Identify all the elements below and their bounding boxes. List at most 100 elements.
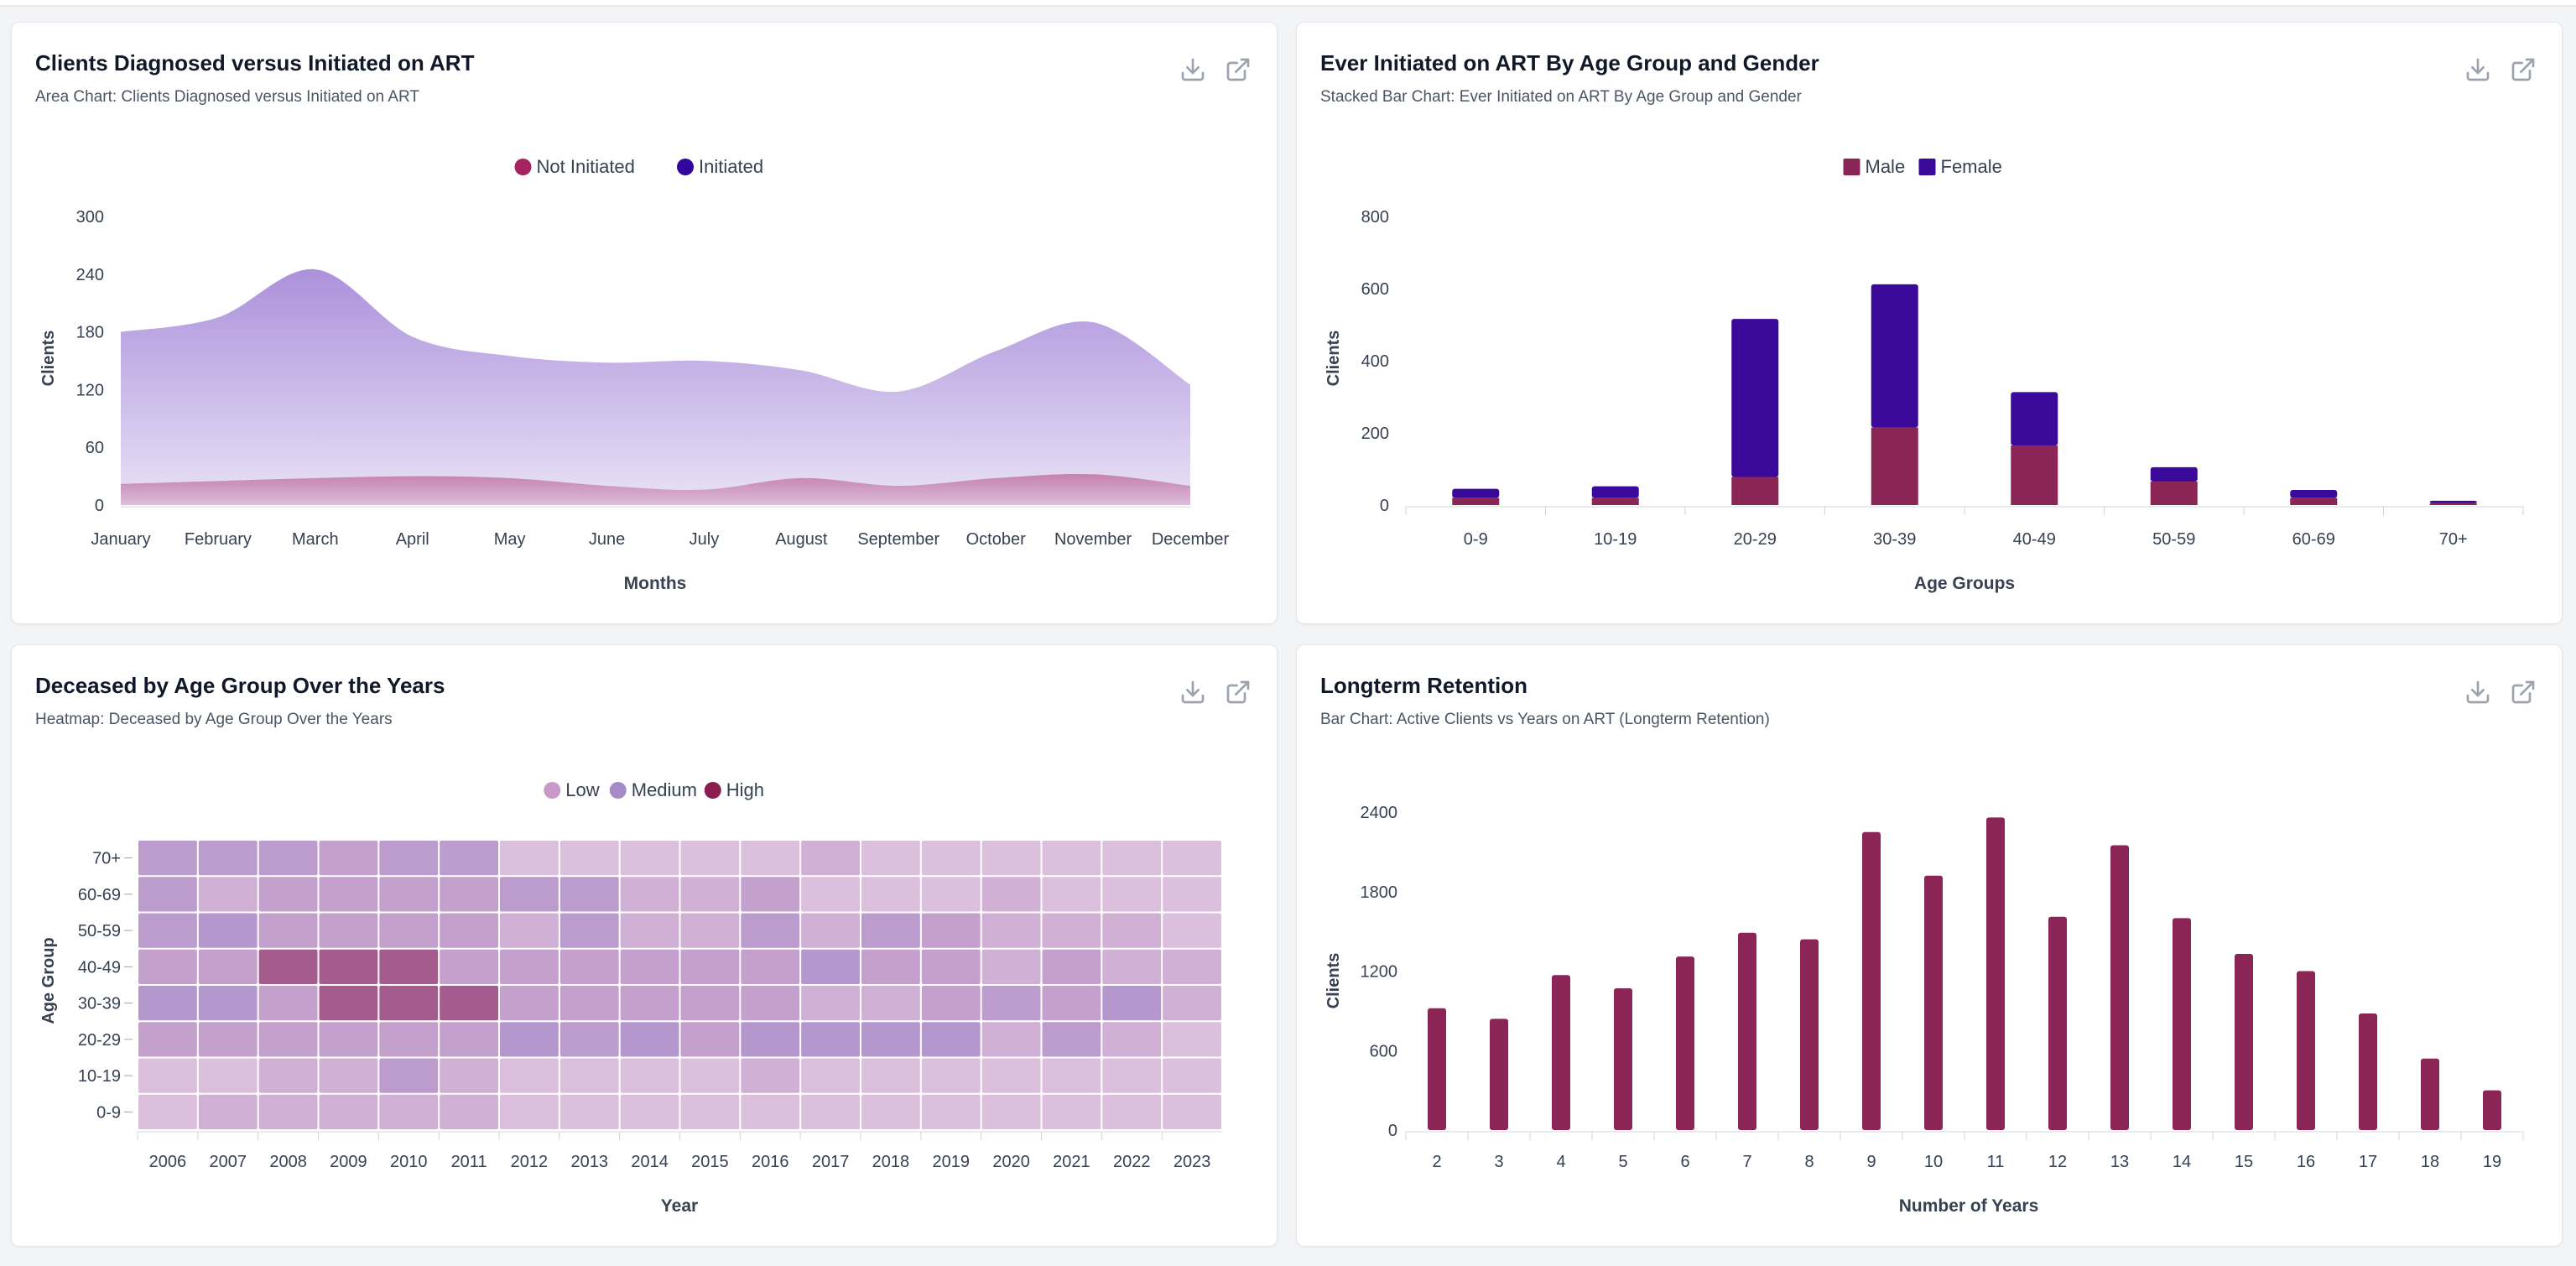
heat-cell-70+-2019 xyxy=(921,841,981,876)
heat-cell-60-69-2006 xyxy=(138,877,197,912)
y-axis-title: Clients xyxy=(1324,331,1343,387)
heat-cell-0-9-2017 xyxy=(801,1094,860,1129)
deceased-heatmap-card: Deceased by Age Group Over the Years Hea… xyxy=(11,644,1278,1247)
heat-cell-0-9-2018 xyxy=(861,1094,920,1129)
x-tick-label: 2009 xyxy=(330,1153,367,1171)
heat-cell-20-29-2021 xyxy=(1042,1022,1101,1057)
x-tick-label: 9 xyxy=(1866,1153,1876,1171)
heat-cell-0-9-2021 xyxy=(1042,1094,1101,1129)
bar-years-15 xyxy=(2235,953,2253,1130)
heat-cell-60-69-2023 xyxy=(1163,877,1221,912)
x-tick-label: 5 xyxy=(1618,1153,1627,1171)
y-tick-label: 70+ xyxy=(92,850,121,868)
heat-cell-30-39-2010 xyxy=(379,986,439,1021)
bar-years-2 xyxy=(1428,1008,1446,1130)
x-tick-label: February xyxy=(185,530,252,549)
heat-cell-60-69-2009 xyxy=(319,877,378,912)
x-tick-label: 17 xyxy=(2359,1153,2377,1171)
x-axis-title: Number of Years xyxy=(1899,1196,2039,1216)
bar-years-11 xyxy=(1986,817,2005,1130)
bar-years-8 xyxy=(1800,939,1819,1130)
x-tick-label: 7 xyxy=(1742,1153,1751,1171)
x-tick-label: 10-19 xyxy=(1594,530,1637,549)
heat-cell-40-49-2023 xyxy=(1163,949,1221,984)
heat-cell-60-69-2015 xyxy=(680,877,740,912)
heat-cell-0-9-2020 xyxy=(981,1094,1041,1129)
heat-cell-10-19-2011 xyxy=(440,1058,498,1093)
bar-years-18 xyxy=(2421,1058,2439,1130)
heat-cell-10-19-2013 xyxy=(559,1058,619,1093)
y-tick-label: 600 xyxy=(1370,1042,1397,1060)
heat-cell-30-39-2015 xyxy=(680,986,740,1021)
heat-cell-40-49-2012 xyxy=(500,949,559,984)
x-tick-label: 2010 xyxy=(390,1153,428,1171)
heat-cell-30-39-2007 xyxy=(198,986,258,1021)
y-tick-label: 40-49 xyxy=(78,958,121,977)
retention-bar-chart: 0 600 1200 1800 2400 Clients 2 3 4 5 6 7 8 9 10 11 12 13 1… xyxy=(1324,804,2524,1216)
y-axis-title: Clients xyxy=(39,331,58,387)
heat-cell-50-59-2008 xyxy=(258,913,318,948)
legend-label: Female xyxy=(1941,156,2002,177)
heat-cell-70+-2006 xyxy=(138,841,197,876)
legend-marker xyxy=(609,782,627,799)
heat-cell-50-59-2018 xyxy=(861,913,920,948)
x-tick-label: 2015 xyxy=(691,1153,729,1171)
x-tick-label: 2021 xyxy=(1053,1153,1090,1171)
heat-cell-60-69-2013 xyxy=(559,877,619,912)
bar-female-20-29 xyxy=(1731,319,1779,477)
heat-cell-50-59-2017 xyxy=(801,913,860,948)
heat-cell-10-19-2010 xyxy=(379,1058,439,1093)
heat-cell-50-59-2007 xyxy=(198,913,258,948)
heat-cell-30-39-2011 xyxy=(440,986,498,1021)
heat-cell-0-9-2023 xyxy=(1163,1094,1221,1129)
bar-male-10-19 xyxy=(1591,498,1639,505)
heat-cell-10-19-2015 xyxy=(680,1058,740,1093)
heat-cell-20-29-2009 xyxy=(319,1022,378,1057)
heat-cell-70+-2014 xyxy=(620,841,679,876)
heat-cell-30-39-2022 xyxy=(1102,986,1162,1021)
legend-marker xyxy=(544,782,561,799)
heat-cell-50-59-2012 xyxy=(500,913,559,948)
x-tick-label: 2014 xyxy=(631,1153,669,1171)
x-axis-title: Months xyxy=(624,574,687,593)
y-tick-label: 2400 xyxy=(1361,804,1398,822)
heat-cell-60-69-2012 xyxy=(500,877,559,912)
y-tick-label: 200 xyxy=(1361,425,1389,443)
x-tick-label: November xyxy=(1054,530,1132,549)
bar-male-30-39 xyxy=(1871,427,1918,505)
heat-cell-10-19-2022 xyxy=(1102,1058,1162,1093)
x-tick-label: 12 xyxy=(2048,1153,2067,1171)
heat-cell-20-29-2020 xyxy=(981,1022,1041,1057)
x-tick-label: 16 xyxy=(2297,1153,2315,1171)
heat-cell-40-49-2006 xyxy=(138,949,197,984)
x-tick-label: 2016 xyxy=(752,1153,789,1171)
heat-cell-50-59-2014 xyxy=(620,913,679,948)
bar-years-9 xyxy=(1862,831,1881,1130)
y-tick-label: 180 xyxy=(76,324,104,342)
heat-cell-50-59-2015 xyxy=(680,913,740,948)
heat-cell-10-19-2008 xyxy=(258,1058,318,1093)
heat-cell-30-39-2023 xyxy=(1163,986,1221,1021)
x-tick-label: September xyxy=(857,530,939,549)
stacked-bar-chart: Male Female 0 200 400 600 800 Clients 0-9 10-19 20… xyxy=(1324,156,2524,593)
heat-cell-60-69-2014 xyxy=(620,877,679,912)
heat-cell-20-29-2022 xyxy=(1102,1022,1162,1057)
bar-years-12 xyxy=(2048,916,2067,1130)
bar-male-40-49 xyxy=(2011,445,2058,505)
x-tick-label: July xyxy=(690,530,720,549)
x-tick-label: 3 xyxy=(1494,1153,1503,1171)
heat-cell-50-59-2011 xyxy=(440,913,498,948)
heat-cell-20-29-2014 xyxy=(620,1022,679,1057)
x-tick-label: May xyxy=(494,530,526,549)
heat-cell-10-19-2006 xyxy=(138,1058,197,1093)
x-tick-label: 14 xyxy=(2173,1153,2191,1171)
heat-cell-20-29-2023 xyxy=(1163,1022,1221,1057)
x-tick-label: 60-69 xyxy=(2292,530,2335,549)
heat-cell-30-39-2012 xyxy=(500,986,559,1021)
heat-cell-10-19-2018 xyxy=(861,1058,920,1093)
heat-cell-10-19-2009 xyxy=(319,1058,378,1093)
heat-cell-40-49-2009 xyxy=(319,949,378,984)
heat-cell-10-19-2014 xyxy=(620,1058,679,1093)
heat-cell-0-9-2012 xyxy=(500,1094,559,1129)
y-tick-label: 300 xyxy=(76,208,104,227)
